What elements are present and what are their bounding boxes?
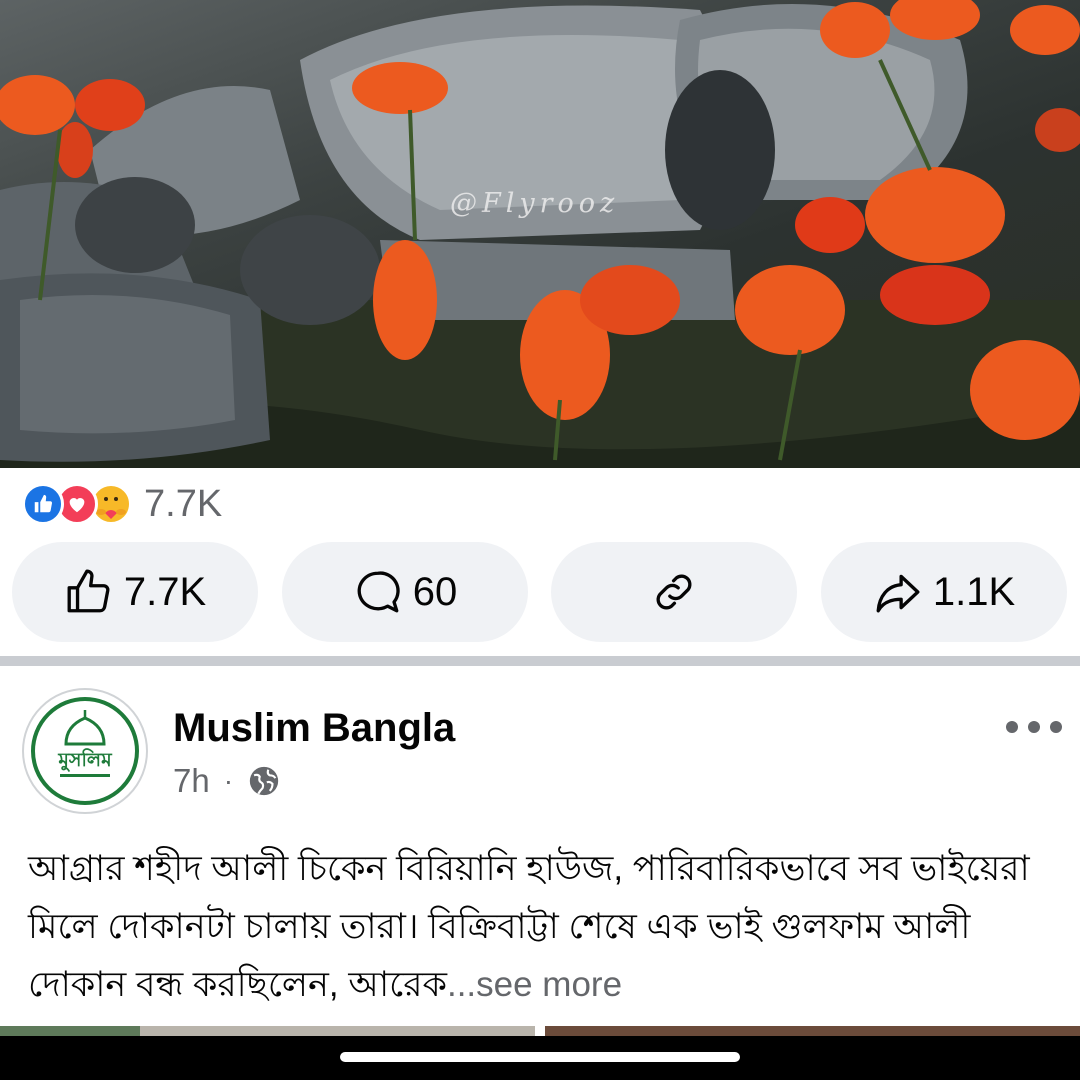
copy-link-button[interactable] — [551, 542, 797, 642]
logo-text: মুসলিম — [57, 748, 113, 772]
reactions-count: 7.7K — [144, 482, 223, 525]
post-text: আগ্রার শহীদ আলী চিকেন বিরিয়ানি হাউজ, পা… — [28, 840, 1058, 1014]
reactions-summary[interactable]: 7.7K — [22, 480, 222, 528]
feed-divider — [0, 656, 1080, 666]
post-image[interactable]: @Flyrooz — [0, 0, 1080, 468]
link-icon — [656, 574, 692, 610]
post-image-illustration — [0, 0, 1080, 468]
post-options-button[interactable] — [1006, 712, 1062, 742]
like-count: 7.7K — [123, 569, 207, 614]
post-actions-bar: 7.7K 60 1.1K — [0, 542, 1080, 642]
share-count: 1.1K — [932, 569, 1016, 614]
thumbs-up-icon — [67, 569, 110, 613]
like-button[interactable]: 7.7K — [12, 542, 258, 642]
comment-count: 60 — [412, 569, 458, 614]
meta-separator: · — [223, 765, 234, 796]
comment-bubble-icon — [357, 571, 400, 613]
page-name[interactable]: Muslim Bangla — [173, 706, 455, 751]
post-time[interactable]: 7h — [173, 762, 210, 800]
like-reaction-icon — [22, 483, 64, 525]
share-button[interactable]: 1.1K — [821, 542, 1067, 642]
muslim-bangla-logo: মুসলিম — [31, 697, 139, 805]
share-arrow-icon — [876, 574, 920, 613]
image-watermark: @Flyrooz — [450, 188, 620, 219]
home-indicator[interactable] — [340, 1052, 740, 1062]
post-meta: 7h · — [173, 760, 281, 802]
comment-button[interactable]: 60 — [282, 542, 528, 642]
see-more-link[interactable]: ...see more — [447, 965, 622, 1004]
more-dot-icon — [1050, 721, 1062, 733]
globe-icon — [249, 766, 279, 796]
more-dot-icon — [1006, 721, 1018, 733]
more-dot-icon — [1028, 721, 1040, 733]
page-avatar[interactable]: মুসলিম — [22, 688, 148, 814]
